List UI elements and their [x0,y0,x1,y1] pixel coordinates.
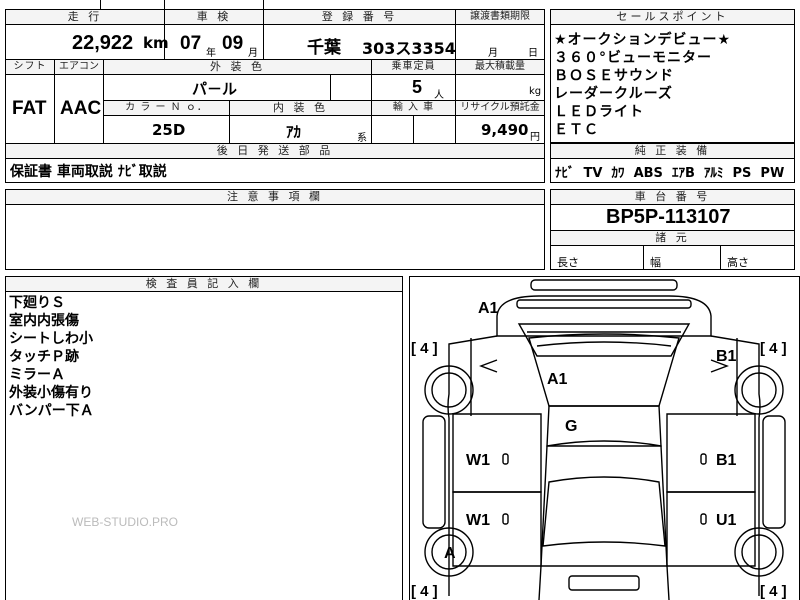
spec-width-label: 幅 [650,256,661,269]
aircon-value: AAC [60,98,102,119]
interior-color-value: ｱｶ [286,123,302,141]
sales-point-2: ３６０°ビューモニター [554,50,712,66]
standard-equipment-header: 純 正 装 備 [550,143,795,159]
damage-right-front-fender: B1 [716,348,737,365]
damage-right-front-door: B1 [716,452,737,469]
aircon-header: エアコン [54,59,104,75]
accessories-header: 後 日 発 送 部 品 [5,143,545,159]
recycle-unit: 円 [530,132,540,143]
inspector-note-6: 外装小傷有り [9,385,93,401]
import-header: 輸 入 車 [371,100,456,116]
sales-point-3: ＢＯＳＥサウンド [554,68,674,84]
notes-header: 注 意 事 項 欄 [5,189,545,205]
shift-header: シフト [5,59,55,75]
shift-value: FAT [12,98,47,119]
recycle-header: リサイクル預託金 [455,100,545,116]
tire-left-front-value: 4 [420,340,429,357]
chassis-no-header: 車 台 番 号 [550,189,795,205]
sales-point-4: レーダークルーズ [554,86,673,102]
sales-points-header: セールスポイント [550,9,795,25]
inspector-notes-list: 下廻りＳ 室内内張傷 シートしわ小 タッチＰ跡 ミラーＡ 外装小傷有り バンパー… [9,294,94,420]
color-no-header: カ ラ ー Ｎ ｏ． [103,100,230,116]
inspection-header: 車 検 [164,9,264,25]
inspector-note-1: 下廻りＳ [9,295,65,311]
damage-roof: G [565,418,578,435]
inspector-note-4: タッチＰ跡 [9,349,79,365]
interior-suffix: 系 [357,133,367,144]
exterior-color-header: 外 装 色 [103,59,372,75]
transfer-day-label: 日 [528,48,538,59]
tire-right-rear-value: 4 [769,583,778,600]
registration-number: 303ス3354 [362,39,456,58]
year-label: 年 [206,48,216,59]
tire-right-front: [ 4 ] [760,340,787,357]
damage-left-front-door: W1 [466,452,490,469]
max-load-header: 最大積載量 [455,59,545,75]
sales-points-list: ★オークションデビュー★ ３６０°ビューモニター ＢＯＳＥサウンド レーダークル… [554,31,731,139]
notes-box [5,204,545,270]
damage-right-rear-door: U1 [716,512,737,529]
specs-header: 諸 元 [550,230,795,246]
mileage-unit: km [143,34,169,52]
standard-equipment-value: ﾅﾋﾞ TV ｶﾜ ABS ｴｱB ｱﾙﾐ PS PW [555,166,785,181]
tire-right-front-value: 4 [769,340,778,357]
inspector-note-5: ミラーＡ [9,367,65,383]
transfer-deadline-header: 譲渡書類期限 [455,9,545,25]
sales-point-1: ★オークションデビュー★ [554,32,732,48]
recycle-value: 9,490 [481,121,529,139]
color-no-value: 25D [152,121,186,139]
spec-height-label: 高さ [727,256,749,269]
damage-left-rear-door: W1 [466,512,490,529]
mileage-header: 走 行 [5,9,165,25]
exterior-color-box [103,74,372,101]
sales-point-6: ＥＴＣ [554,122,599,138]
tire-left-rear: [ 4 ] [411,583,438,600]
month-label: 月 [248,48,258,59]
exterior-color-value: パ－ル [192,80,238,98]
sales-point-5: ＬＥＤライト [554,104,644,120]
inspector-note-2: 室内内張傷 [9,313,79,329]
capacity-value: 5 [412,77,423,97]
accessories-value: 保証書 車両取説 ﾅﾋﾞ取説 [10,164,167,180]
specs-box [550,245,795,270]
registration-header: 登 録 番 号 [263,9,456,25]
transfer-month-label: 月 [488,48,498,59]
capacity-header: 乗車定員 [371,59,456,75]
inspector-notes-header: 検 査 員 記 入 欄 [5,276,403,292]
inspector-note-3: シートしわ小 [9,331,93,347]
damage-hood: A1 [547,371,568,388]
car-diagram [422,279,786,600]
inspection-year: 07 [180,33,202,54]
watermark: WEB-STUDIO.PRO [72,515,179,529]
damage-front-bumper: A1 [478,300,499,317]
inspection-month: 09 [222,33,244,54]
spec-length-label: 長さ [557,256,579,269]
interior-color-header: 内 装 色 [229,100,372,116]
tire-left-front: [ 4 ] [411,340,438,357]
capacity-unit: 人 [434,90,444,101]
mileage-value: 22,922 [72,32,134,54]
tire-right-rear: [ 4 ] [760,583,787,600]
max-load-unit: kg [529,86,542,97]
inspector-note-7: バンパー下Ａ [9,403,94,419]
damage-left-rear-wheel: A [444,545,456,562]
registration-region: 千葉 [307,38,341,58]
tire-left-rear-value: 4 [420,583,429,600]
chassis-no-value: BP5P-113107 [606,206,731,228]
